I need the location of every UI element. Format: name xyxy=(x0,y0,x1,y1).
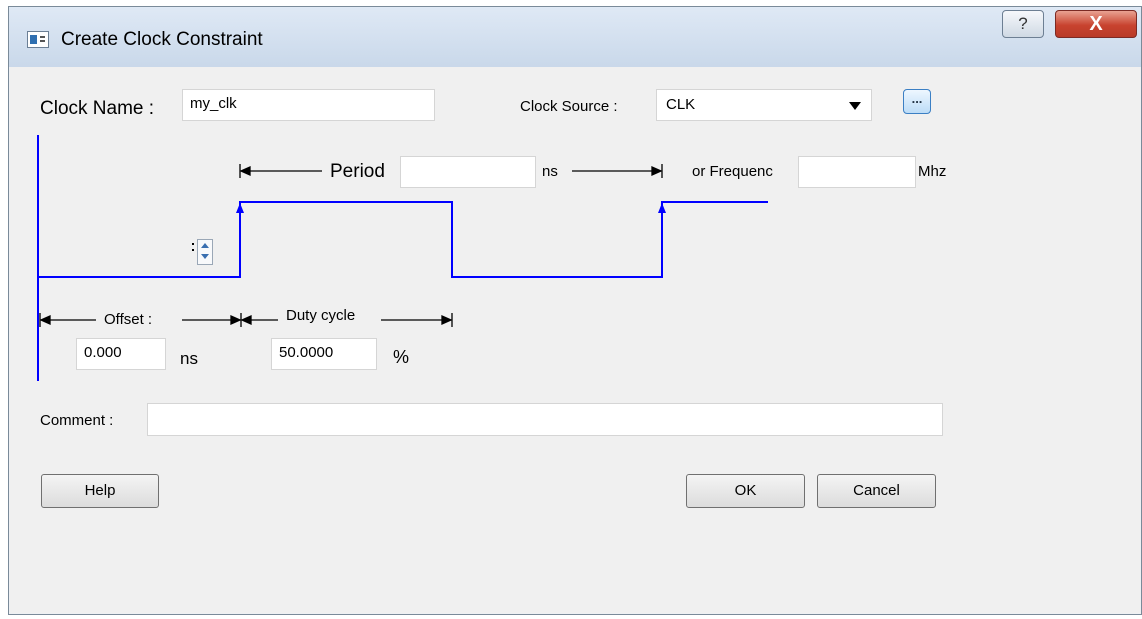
offset-duty-dimension-arrows xyxy=(39,313,453,327)
comment-input[interactable] xyxy=(147,403,943,436)
clock-name-label: Clock Name : xyxy=(40,98,155,119)
period-label: Period xyxy=(330,161,385,182)
duty-cycle-label: Duty cycle xyxy=(286,307,356,324)
clock-source-value: CLK xyxy=(666,96,696,113)
dialog-title: Create Clock Constraint xyxy=(61,29,263,50)
rising-edge-arrow-2 xyxy=(658,203,666,213)
duty-cycle-input[interactable]: 50.0000 xyxy=(271,338,377,370)
dialog-app-icon xyxy=(27,31,49,48)
frequency-label: or Frequenc xyxy=(692,163,773,180)
dialog-body: Clock Name : my_clk Clock Source : CLK .… xyxy=(10,67,1140,613)
spin-down-icon[interactable] xyxy=(201,254,209,259)
comment-label: Comment : xyxy=(40,412,114,429)
offset-label: Offset : xyxy=(104,311,153,328)
rising-edge-arrow-1 xyxy=(236,203,244,213)
clock-waveform xyxy=(38,201,768,278)
title-bar: Create Clock Constraint ? X xyxy=(9,7,1141,67)
ok-button[interactable]: OK xyxy=(686,474,805,508)
clock-source-select[interactable]: CLK xyxy=(656,89,872,121)
clock-waveform-diagram xyxy=(37,135,768,381)
offset-spinner[interactable] xyxy=(197,239,213,265)
duty-cycle-unit: % xyxy=(393,347,410,367)
create-clock-dialog: Create Clock Constraint ? X Clock Name:… xyxy=(8,6,1142,615)
clock-name-input[interactable]: my_clk xyxy=(182,89,435,121)
title-help-button[interactable]: ? xyxy=(1002,10,1044,38)
spin-up-icon[interactable] xyxy=(201,243,209,248)
frequency-input[interactable] xyxy=(798,156,916,188)
help-button[interactable]: Help xyxy=(41,474,159,508)
period-unit: ns xyxy=(542,163,558,180)
cancel-button[interactable]: Cancel xyxy=(817,474,936,508)
browse-button[interactable]: ... xyxy=(903,89,931,114)
frequency-unit: Mhz xyxy=(918,163,947,180)
offset-unit: ns xyxy=(180,349,198,368)
close-button[interactable]: X xyxy=(1055,10,1137,38)
clock-source-label: Clock Source : xyxy=(520,98,618,115)
spinner-grip xyxy=(192,243,194,245)
period-input[interactable] xyxy=(400,156,536,188)
offset-input[interactable]: 0.000 xyxy=(76,338,166,370)
chevron-down-icon xyxy=(849,102,861,110)
